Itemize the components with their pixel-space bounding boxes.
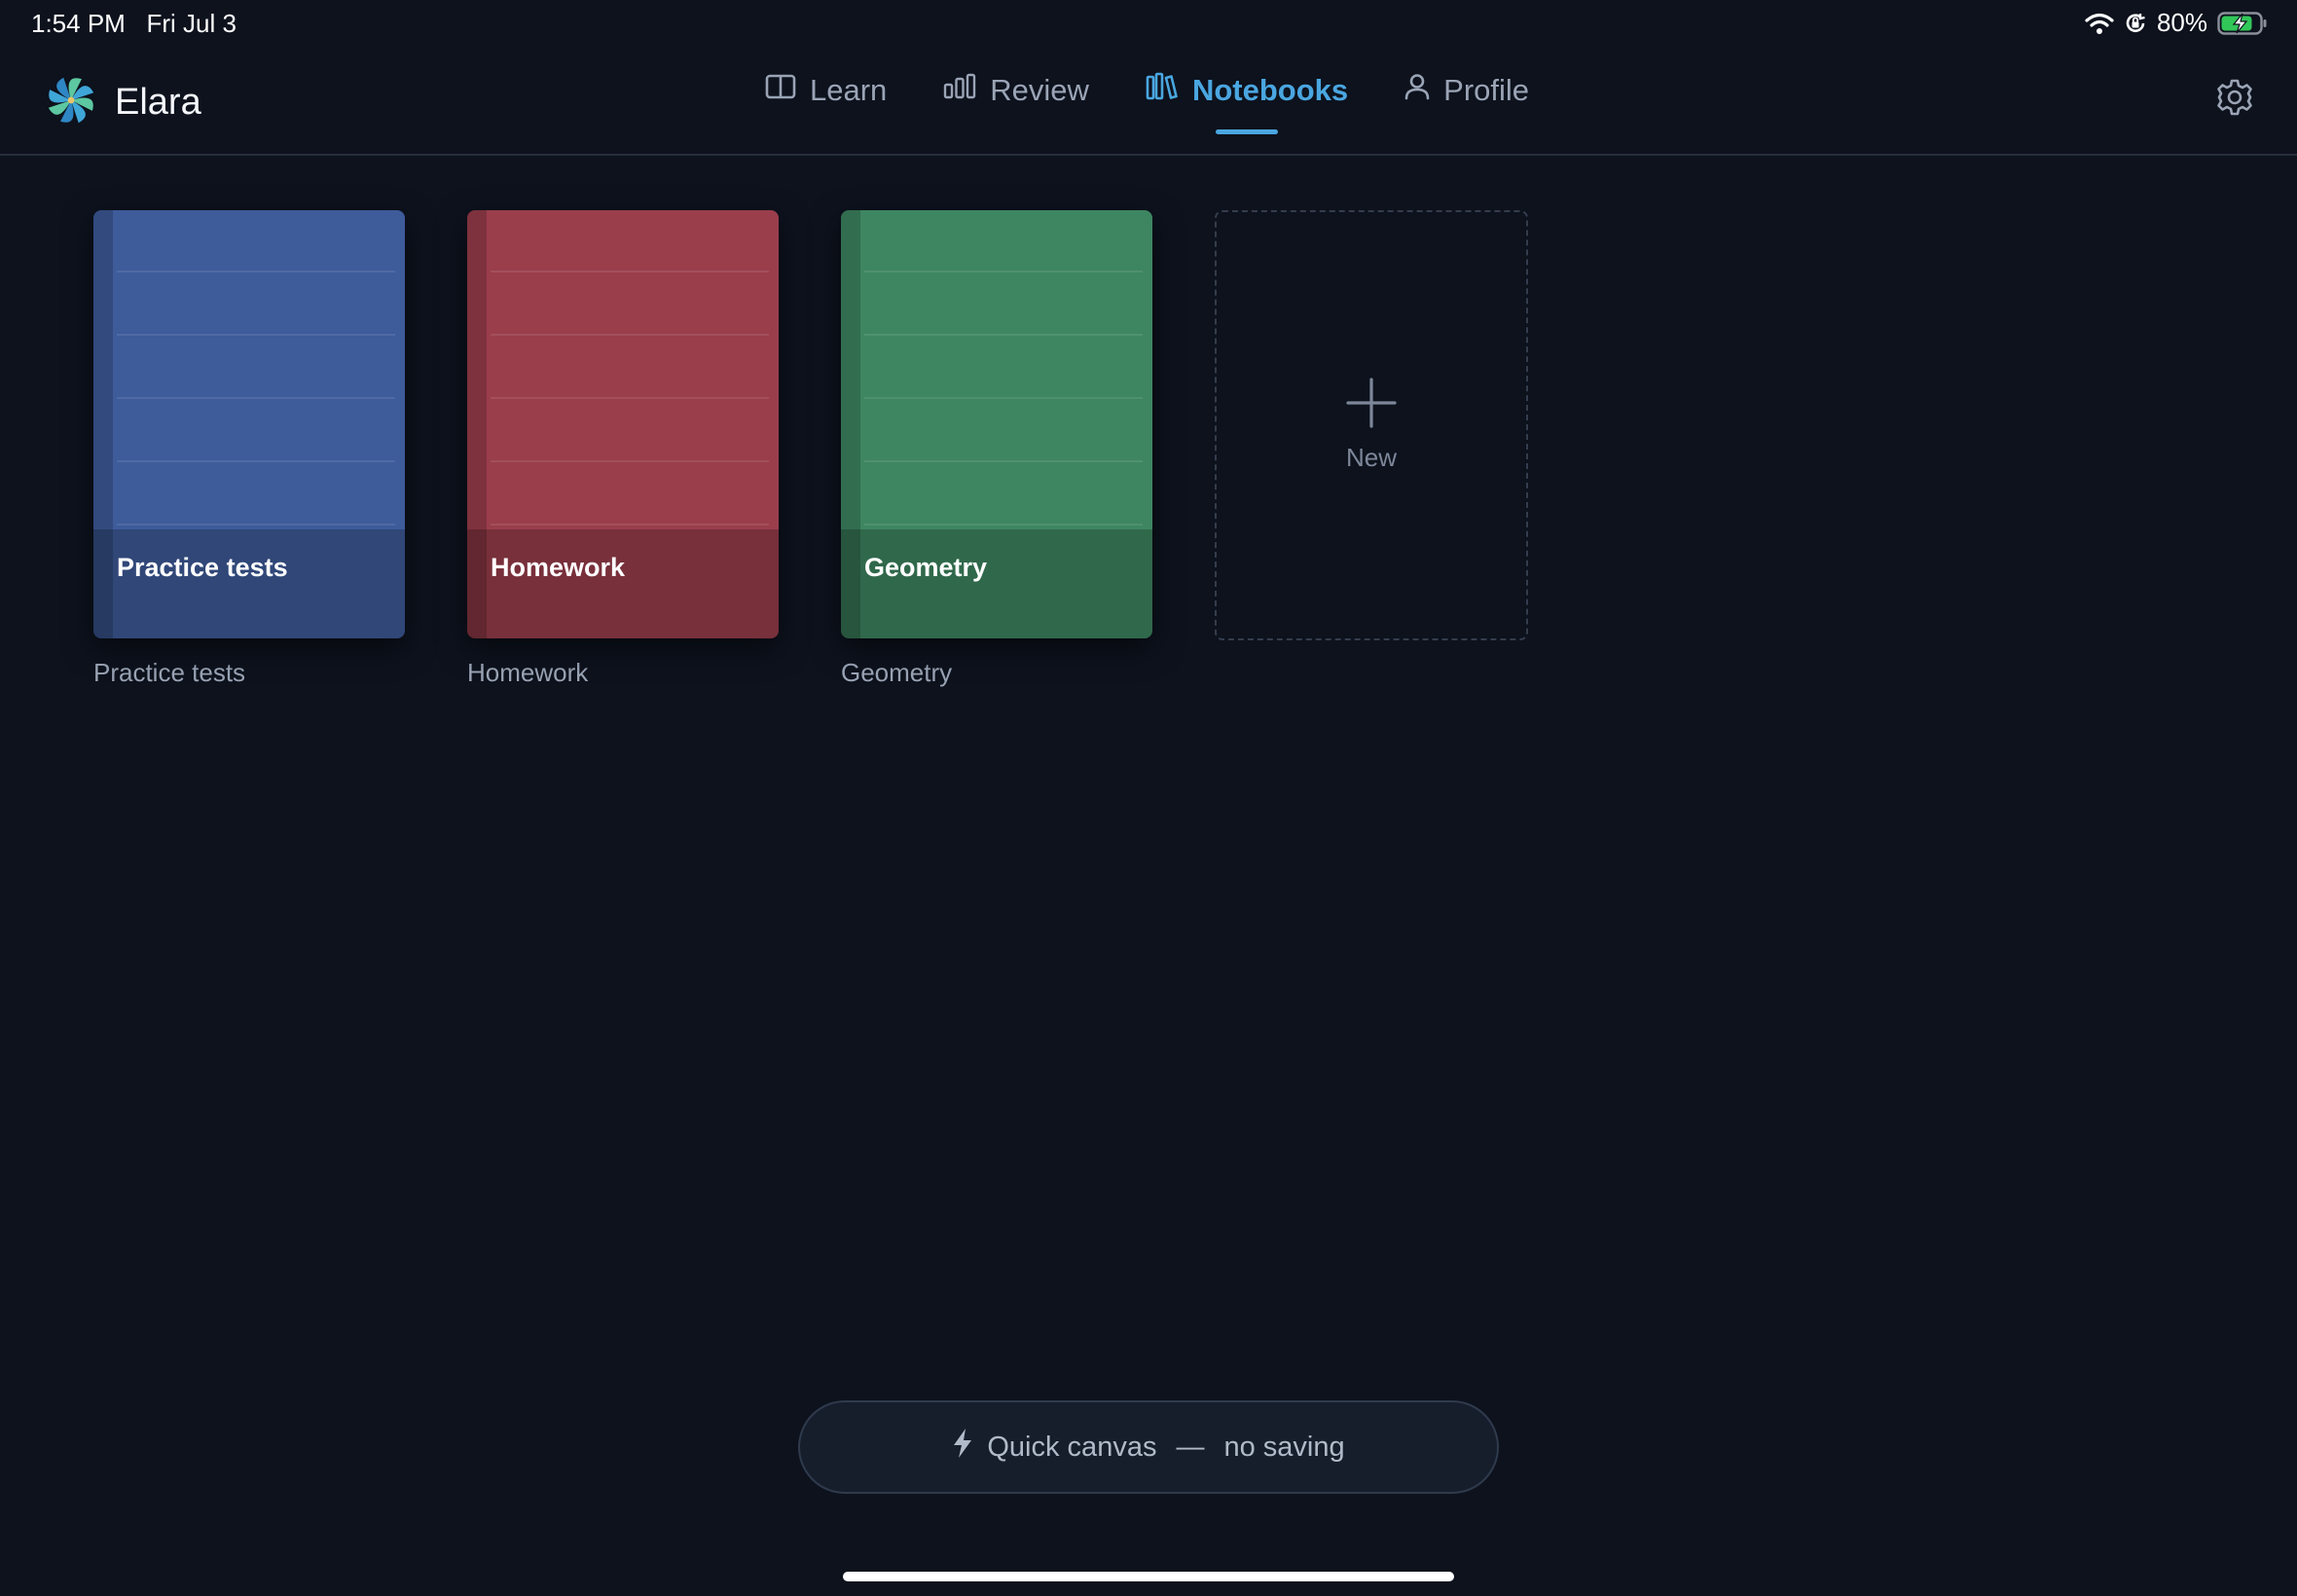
plus-icon [1346, 378, 1397, 433]
status-time: 1:54 PM Fri Jul 3 [31, 9, 237, 39]
battery-percent: 80% [2156, 8, 2207, 37]
library-icon [1146, 72, 1179, 109]
notebook-caption: Geometry [841, 658, 953, 687]
user-icon [1404, 73, 1430, 108]
notebook-caption: Practice tests [93, 658, 246, 687]
quick-canvas-subtext: no saving [1223, 1431, 1345, 1463]
settings-button[interactable] [2215, 78, 2254, 122]
notebook-caption: Homework [467, 658, 589, 687]
gear-icon [2215, 79, 2254, 121]
tab-review-label: Review [990, 73, 1089, 107]
lightning-icon [952, 1428, 973, 1467]
pinwheel-logo-icon [43, 72, 99, 133]
time-text: 1:54 PM [31, 9, 126, 38]
orientation-lock-icon [2124, 12, 2147, 35]
new-notebook-card[interactable]: New [1215, 210, 1528, 688]
app-header: Elara Learn Review Notebooks Profile [0, 47, 2297, 156]
ruled-lines [491, 210, 769, 529]
main-nav: Learn Review Notebooks Profile [765, 72, 1529, 134]
ruled-lines [864, 210, 1143, 529]
new-notebook-label: New [1345, 443, 1397, 472]
tab-learn[interactable]: Learn [765, 73, 887, 108]
cover-title-band [93, 529, 405, 638]
notebook-spine [841, 210, 860, 638]
notebook-card-practice-tests[interactable]: Practice tests Practice tests [93, 210, 405, 688]
notebook-cover: Geometry [841, 210, 1152, 638]
quick-canvas-button[interactable]: Quick canvas — no saving [798, 1400, 1499, 1494]
notebooks-screen: 1:54 PM Fri Jul 3 80% Elara Learn Review… [0, 0, 2297, 1596]
date-text: Fri Jul 3 [146, 9, 237, 38]
app-name: Elara [115, 82, 201, 123]
quick-canvas-label: Quick canvas [987, 1431, 1157, 1463]
home-indicator[interactable] [843, 1572, 1454, 1581]
notebook-cover-title: Practice tests [117, 553, 288, 582]
notebook-spine [93, 210, 113, 638]
notebook-cover-title: Geometry [864, 553, 988, 582]
tab-learn-label: Learn [810, 73, 888, 107]
battery-charging-icon [2217, 11, 2268, 36]
tab-notebooks[interactable]: Notebooks [1146, 72, 1349, 134]
brand[interactable]: Elara [43, 72, 201, 133]
ruled-lines [117, 210, 395, 529]
cover-title-band [467, 529, 779, 638]
wifi-icon [2085, 12, 2114, 35]
tab-profile-label: Profile [1443, 73, 1530, 107]
tab-profile[interactable]: Profile [1404, 73, 1529, 108]
bar-chart-icon [943, 73, 976, 108]
status-bar: 1:54 PM Fri Jul 3 80% [0, 0, 2297, 47]
notebook-card-geometry[interactable]: Geometry Geometry [841, 210, 1152, 688]
cover-title-band [841, 529, 1152, 638]
notebook-grid: Practice tests Practice tests Homework H… [93, 210, 1528, 688]
notebook-cover: Practice tests [93, 210, 405, 638]
new-notebook-button[interactable]: New [1215, 210, 1528, 640]
book-open-icon [765, 73, 796, 108]
notebook-cover-title: Homework [491, 553, 626, 582]
notebook-cover: Homework [467, 210, 779, 638]
notebook-spine [467, 210, 487, 638]
status-icons: 80% [2085, 8, 2268, 38]
notebook-card-homework[interactable]: Homework Homework [467, 210, 779, 688]
tab-review[interactable]: Review [943, 73, 1089, 108]
tab-notebooks-label: Notebooks [1191, 73, 1349, 107]
quick-canvas-dash: — [1176, 1431, 1205, 1463]
